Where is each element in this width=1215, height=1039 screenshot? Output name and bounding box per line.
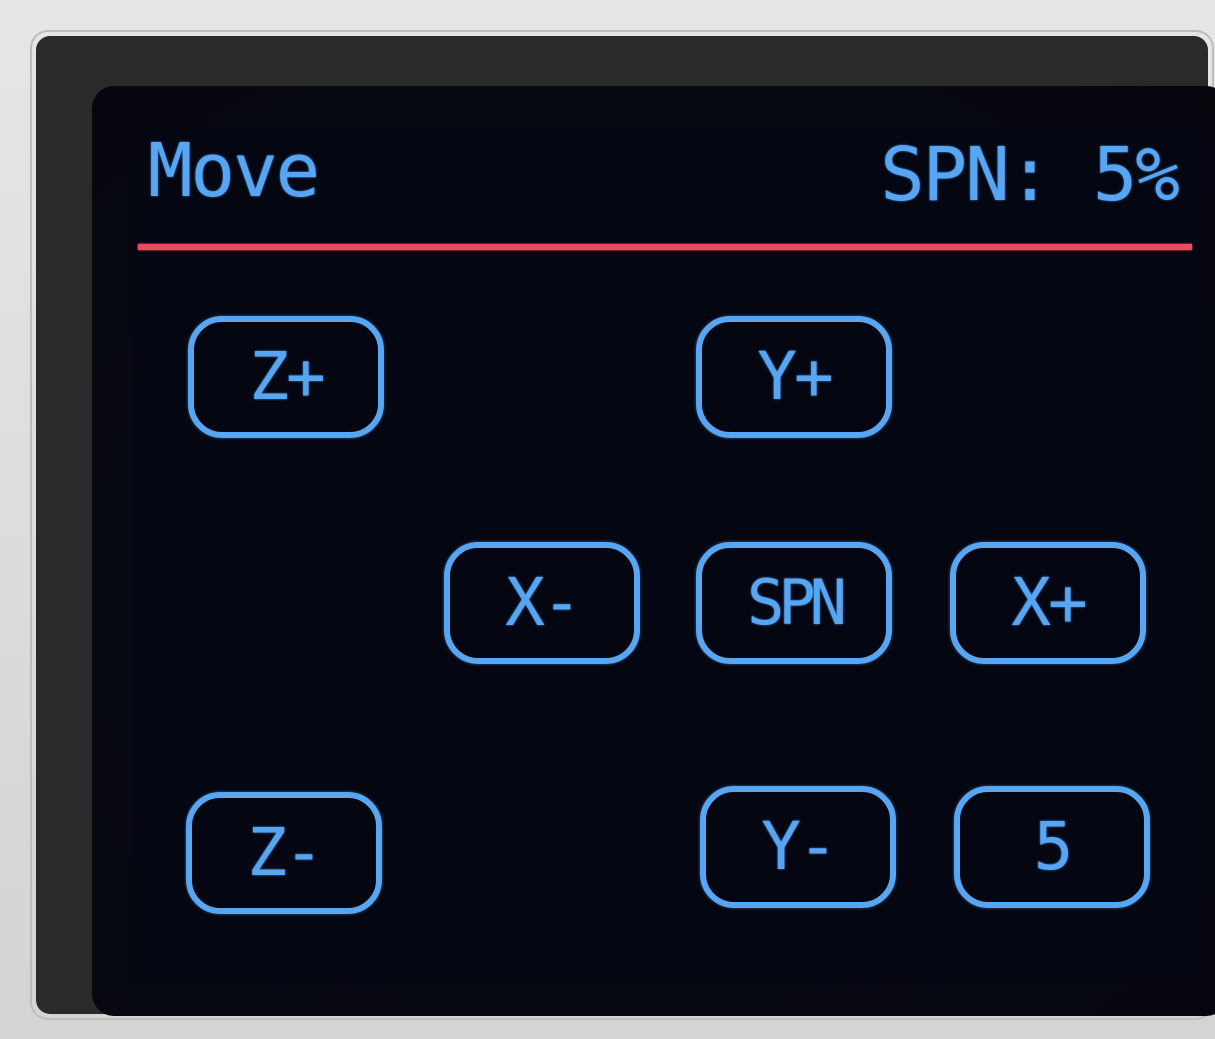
y-plus-button[interactable]: Y+ [696, 316, 892, 438]
z-minus-button[interactable]: Z- [186, 792, 382, 914]
z-plus-button[interactable]: Z+ [188, 316, 384, 438]
spindle-status: SPN: 5% [880, 132, 1180, 218]
spindle-button[interactable]: SPN [696, 542, 892, 664]
display-bezel: Move SPN: 5% Z+ Y+ X- SPN X+ Z- Y- 5 [36, 36, 1215, 1016]
device-casing: Move SPN: 5% Z+ Y+ X- SPN X+ Z- Y- 5 [0, 0, 1215, 1039]
page-title: Move [148, 128, 320, 214]
display-screen: Move SPN: 5% Z+ Y+ X- SPN X+ Z- Y- 5 [92, 86, 1215, 1016]
y-minus-button[interactable]: Y- [700, 786, 896, 908]
x-plus-button[interactable]: X+ [950, 542, 1146, 664]
x-minus-button[interactable]: X- [444, 542, 640, 664]
step-size-button[interactable]: 5 [954, 786, 1150, 908]
header-divider [138, 244, 1192, 250]
